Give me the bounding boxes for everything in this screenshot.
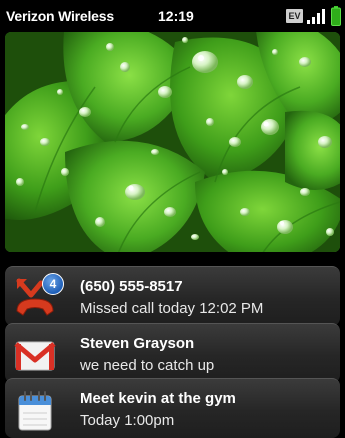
notification-title: (650) 555-8517 xyxy=(80,278,183,295)
notification-subtitle: we need to catch up xyxy=(80,357,215,374)
notification-missed-call[interactable]: 4 (650) 555-8517 Missed call today 12:02… xyxy=(5,266,340,326)
notification-title: Steven Grayson xyxy=(80,335,195,352)
network-type-icon: EV xyxy=(286,9,303,23)
carrier-name: Verizon Wireless xyxy=(6,8,114,24)
notification-calendar[interactable]: Meet kevin at the gym Today 1:00pm xyxy=(5,378,340,438)
notification-title: Meet kevin at the gym xyxy=(80,390,236,407)
gmail-icon xyxy=(14,341,56,371)
signal-bars-icon xyxy=(307,9,325,24)
clock: 12:19 xyxy=(158,8,194,24)
wallpaper xyxy=(5,32,340,252)
notification-subtitle: Missed call today 12:02 PM xyxy=(80,300,264,317)
battery-icon xyxy=(331,6,341,26)
calendar-icon xyxy=(18,391,52,431)
status-bar[interactable]: Verizon Wireless 12:19 EV xyxy=(0,0,345,32)
notification-email[interactable]: Steven Grayson we need to catch up xyxy=(5,323,340,383)
notification-subtitle: Today 1:00pm xyxy=(80,412,175,429)
leaves-wallpaper-image xyxy=(5,32,340,252)
missed-call-count-badge: 4 xyxy=(42,273,64,295)
